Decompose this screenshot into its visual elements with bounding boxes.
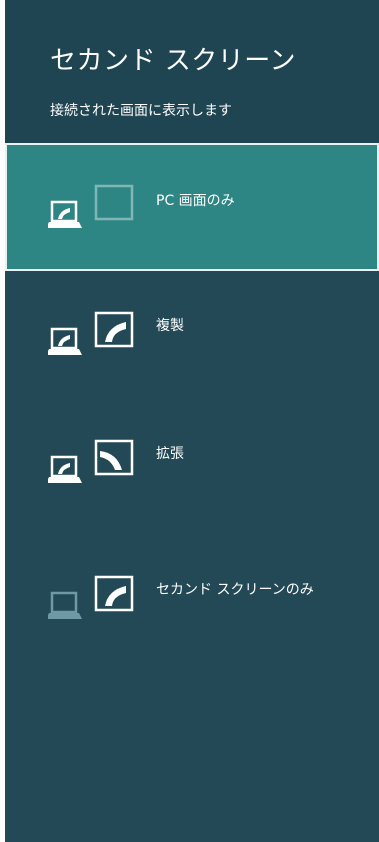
option-label-pc-screen-only: PC 画面のみ [156, 193, 235, 209]
option-pc-screen-only[interactable]: PC 画面のみ [5, 143, 379, 271]
extend-icon [48, 439, 134, 483]
option-duplicate[interactable]: 複製 [5, 272, 379, 400]
panel-header: セカンド スクリーン 接続された画面に表示します [5, 0, 379, 143]
pc-screen-only-icon [48, 184, 134, 228]
duplicate-icon [48, 311, 134, 355]
panel-subtitle: 接続された画面に表示します [50, 103, 232, 119]
second-screen-panel: セカンド スクリーン 接続された画面に表示します PC 画面のみ 複製 拡張 セ… [5, 0, 379, 842]
option-label-duplicate: 複製 [156, 318, 184, 334]
option-second-screen-only[interactable]: セカンド スクリーンのみ [5, 536, 379, 664]
panel-title: セカンド スクリーン [50, 46, 296, 76]
option-extend[interactable]: 拡張 [5, 400, 379, 528]
second-screen-only-icon [48, 575, 134, 619]
option-label-second-screen-only: セカンド スクリーンのみ [156, 582, 314, 598]
option-label-extend: 拡張 [156, 446, 184, 462]
